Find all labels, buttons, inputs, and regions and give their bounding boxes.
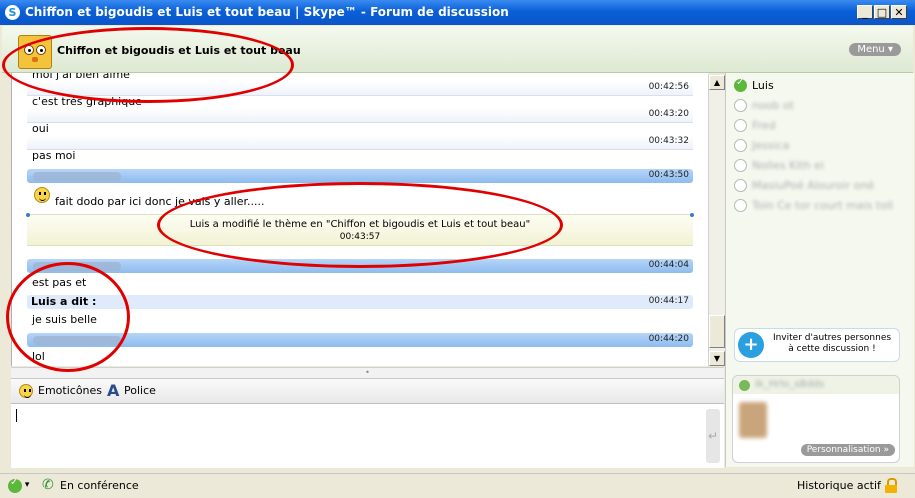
sender-bar: 00:44:20 — [27, 333, 693, 347]
timestamp: 00:43:32 — [648, 136, 689, 146]
invite-button[interactable]: + Inviter d'autres personnes à cette dis… — [734, 328, 900, 362]
redacted-sender-name — [33, 172, 121, 181]
participant-name: Jessica — [752, 139, 790, 152]
message-input[interactable]: ↵ — [11, 403, 724, 468]
timestamp-row: 00:43:20 — [27, 108, 693, 123]
participant-item[interactable]: Nolles Kith ei — [734, 157, 912, 175]
chat-scrollbar[interactable]: ▲ ▼ — [708, 75, 725, 366]
participants-panel: Luis noob ot Fred Jessica Nolles Kith ei… — [725, 73, 914, 467]
participant-name: Luis — [752, 79, 774, 92]
participant-name: Fred — [752, 119, 776, 132]
timestamp: 00:44:04 — [648, 260, 689, 270]
pane-splitter[interactable]: • — [11, 367, 724, 378]
participant-name: noob ot — [752, 99, 794, 112]
timestamp: 00:44:17 — [648, 296, 689, 306]
timestamp: 00:44:20 — [648, 334, 689, 344]
font-button[interactable]: Police — [124, 384, 156, 397]
offline-status-icon — [734, 159, 747, 172]
chevron-down-icon: ▾ — [887, 44, 893, 55]
chevron-down-icon: ▾ — [22, 480, 30, 490]
smiley-icon — [34, 187, 50, 203]
close-button[interactable]: ✕ — [891, 5, 907, 19]
title-bar[interactable]: S Chiffon et bigoudis et Luis et tout be… — [0, 0, 915, 25]
status-menu[interactable]: ▾ — [8, 477, 30, 493]
personalisation-button[interactable]: Personnalisation » — [800, 444, 895, 456]
offline-status-icon — [734, 199, 747, 212]
participant-item[interactable]: Toin Ce tor court mais toll — [734, 197, 912, 215]
conference-label[interactable]: En conférence — [60, 479, 139, 492]
message-text: oui — [32, 122, 49, 135]
menu-label: Menu — [857, 44, 885, 55]
lock-icon[interactable] — [885, 478, 897, 493]
return-arrow-icon: ↵ — [707, 429, 719, 443]
timestamp-row: 00:43:32 — [27, 135, 693, 150]
minimize-button[interactable]: _ — [857, 5, 873, 19]
notice-dot — [690, 213, 694, 217]
participant-name: Nolles Kith ei — [752, 159, 824, 172]
status-bar: ▾ ✆ En conférence Historique actif — [0, 473, 915, 498]
profile-picture — [739, 402, 767, 438]
window-title: Chiffon et bigoudis et Luis et tout beau… — [25, 5, 509, 19]
double-chevron-right-icon: » — [883, 445, 889, 455]
profile-card: Ik_Hrlo_sBdds Personnalisation » — [732, 375, 900, 463]
participant-item[interactable]: Luis — [734, 77, 912, 95]
online-status-icon — [734, 77, 747, 92]
emoticons-button[interactable]: Emoticônes — [38, 384, 102, 397]
scroll-up-button[interactable]: ▲ — [709, 75, 725, 90]
notice-dot — [26, 213, 30, 217]
scroll-thumb[interactable] — [709, 315, 725, 348]
emoticon-icon — [19, 384, 33, 398]
participant-name: Toin Ce tor court mais toll — [752, 199, 894, 212]
participant-name: MasiuPoé Alouroir oné — [752, 179, 875, 192]
personalisation-label: Personnalisation — [806, 445, 881, 455]
input-toolbar: Emoticônes A Police — [11, 378, 724, 403]
scroll-down-button[interactable]: ▼ — [709, 351, 725, 366]
participant-item[interactable]: Fred — [734, 117, 912, 135]
skype-window: S Chiffon et bigoudis et Luis et tout be… — [0, 0, 915, 498]
offline-status-icon — [734, 99, 747, 112]
timestamp: 00:43:20 — [648, 109, 689, 119]
annotation-circle — [2, 27, 294, 103]
message-text: pas moi — [32, 149, 76, 162]
annotation-circle — [157, 182, 563, 268]
send-button[interactable]: ↵ — [706, 409, 720, 463]
online-status-icon — [8, 477, 22, 493]
font-icon: A — [107, 381, 120, 400]
timestamp: 00:43:50 — [648, 170, 689, 180]
timestamp: 00:42:56 — [648, 82, 689, 92]
offline-status-icon — [734, 179, 747, 192]
phone-icon: ✆ — [42, 477, 54, 493]
annotation-circle — [6, 262, 130, 372]
profile-card-header: Ik_Hrlo_sBdds — [733, 376, 899, 394]
plus-icon: + — [738, 332, 764, 358]
menu-button[interactable]: Menu ▾ — [849, 43, 901, 56]
participant-item[interactable]: Jessica — [734, 137, 912, 155]
offline-status-icon — [734, 119, 747, 132]
text-caret — [16, 409, 17, 422]
online-status-icon — [739, 380, 750, 391]
participant-item[interactable]: MasiuPoé Alouroir oné — [734, 177, 912, 195]
profile-name: Ik_Hrlo_sBdds — [755, 379, 825, 390]
sender-bar: 00:43:50 — [27, 169, 693, 183]
skype-logo-icon: S — [5, 5, 20, 20]
participant-item[interactable]: noob ot — [734, 97, 912, 115]
history-label[interactable]: Historique actif — [797, 479, 881, 492]
maximize-button[interactable]: □ — [874, 5, 890, 19]
offline-status-icon — [734, 139, 747, 152]
invite-label: Inviter d'autres personnes à cette discu… — [772, 333, 892, 354]
